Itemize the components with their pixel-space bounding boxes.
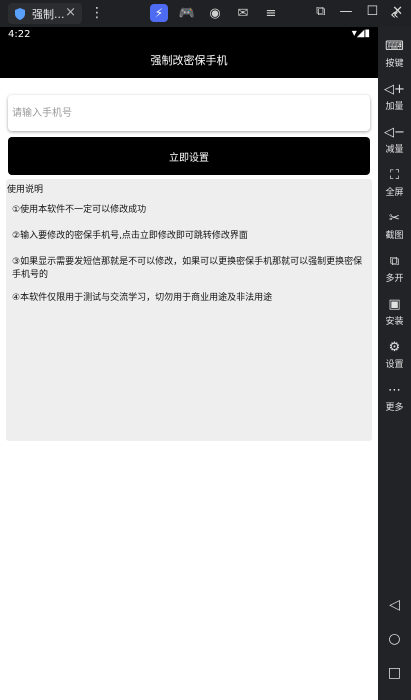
sidebar-item-multi-open[interactable]: ⧉ 多开 [378, 254, 411, 284]
instruction-line-3: ③如果显示需要发短信那就是不可以修改，如果可以更换密保手机那就可以强制更换密保手… [12, 257, 363, 280]
volume-down-icon: ◁− [384, 125, 405, 140]
maximize-icon[interactable]: ☐ [366, 4, 378, 19]
sidebar-item-label: 多开 [385, 274, 404, 284]
instructions-heading: 使用说明 [7, 185, 44, 195]
minimize-icon[interactable]: — [339, 4, 352, 19]
signal-battery-icons: ▾◢▮ [351, 28, 370, 39]
sidebar-item-install[interactable]: ▣ 安装 [378, 297, 411, 327]
app-tab[interactable]: 强制... × [8, 3, 82, 24]
scissors-icon: ✂ [389, 211, 400, 226]
sidebar-item-more[interactable]: ⋯ 更多 [378, 383, 411, 413]
sidebar-item-volume-up[interactable]: ◁+ 加量 [378, 82, 411, 112]
tab-title: 强制... [32, 7, 65, 21]
mail-icon[interactable]: ✉ [234, 4, 252, 22]
sidebar-item-label: 加量 [385, 102, 404, 112]
sidebar-item-settings[interactable]: ⚙ 设置 [378, 340, 411, 370]
keyboard-icon: ⌨ [385, 39, 404, 54]
sidebar-item-label: 更多 [385, 403, 404, 413]
recent-apps-icon[interactable]: □ [378, 665, 411, 681]
phone-number-input[interactable] [12, 95, 370, 131]
account-icon[interactable]: ◉ [206, 4, 224, 22]
sidebar-item-label: 截图 [385, 231, 404, 241]
gear-icon: ⚙ [388, 340, 401, 355]
emulator-sidebar: « ⌨ 按键 ◁+ 加量 ◁− 减量 ⛶ 全屏 ✂ 截图 ⧉ 多开 ▣ 安装 ⚙… [378, 7, 411, 700]
status-time: 4:22 [8, 28, 31, 40]
tab-close-icon[interactable]: × [65, 5, 76, 20]
back-icon[interactable]: ◁ [378, 597, 411, 613]
sidebar-item-label: 减量 [385, 145, 404, 155]
app-bar: 强制改密保手机 [0, 41, 378, 78]
instruction-line-1: ①使用本软件不一定可以修改成功 [12, 205, 147, 215]
collapse-sidebar-icon[interactable]: « [378, 7, 411, 23]
sidebar-item-label: 全屏 [385, 188, 404, 198]
gamepad-icon[interactable]: 🎮 [178, 4, 196, 22]
page-title: 强制改密保手机 [150, 53, 228, 67]
sidebar-item-volume-down[interactable]: ◁− 减量 [378, 125, 411, 155]
phone-screen: 4:22 ▾◢▮ 强制改密保手机 立即设置 使用说明 ①使用本软件不一定可以修改… [0, 27, 378, 700]
title-bar: 强制... × ⋮ ⚡ 🎮 ◉ ✉ ≡ ⧉ — ☐ ✕ [0, 0, 411, 27]
instructions-panel: 使用说明 ①使用本软件不一定可以修改成功 ②输入要修改的密保手机号,点击立即修改… [6, 179, 372, 441]
sidebar-item-label: 安装 [385, 317, 404, 327]
sidebar-item-fullscreen[interactable]: ⛶ 全屏 [378, 168, 411, 198]
instruction-line-2: ②输入要修改的密保手机号,点击立即修改即可跳转修改界面 [12, 231, 248, 241]
bolt-icon[interactable]: ⚡ [150, 4, 168, 22]
emulator-window: 强制... × ⋮ ⚡ 🎮 ◉ ✉ ≡ ⧉ — ☐ ✕ 4:22 ▾◢▮ 强制改… [0, 0, 411, 700]
multi-window-icon: ⧉ [389, 254, 400, 269]
shield-icon [15, 7, 25, 20]
external-window-icon[interactable]: ⧉ [316, 4, 325, 19]
phone-input-container [8, 95, 370, 131]
sidebar-item-label: 设置 [385, 360, 404, 370]
more-icon: ⋯ [388, 383, 401, 398]
fullscreen-icon: ⛶ [389, 168, 400, 183]
status-bar: 4:22 ▾◢▮ [0, 27, 378, 41]
sidebar-item-screenshot[interactable]: ✂ 截图 [378, 211, 411, 241]
instruction-line-4: ④本软件仅限用于测试与交流学习，切勿用于商业用途及非法用途 [12, 293, 273, 303]
volume-up-icon: ◁+ [384, 82, 405, 97]
sidebar-item-label: 按键 [385, 59, 404, 69]
home-icon[interactable]: ○ [378, 631, 411, 647]
hamburger-menu-icon[interactable]: ≡ [262, 4, 280, 22]
menu-kebab-icon[interactable]: ⋮ [90, 5, 104, 21]
apk-install-icon: ▣ [388, 297, 401, 312]
sidebar-item-keys[interactable]: ⌨ 按键 [378, 39, 411, 69]
set-now-button[interactable]: 立即设置 [8, 137, 370, 175]
